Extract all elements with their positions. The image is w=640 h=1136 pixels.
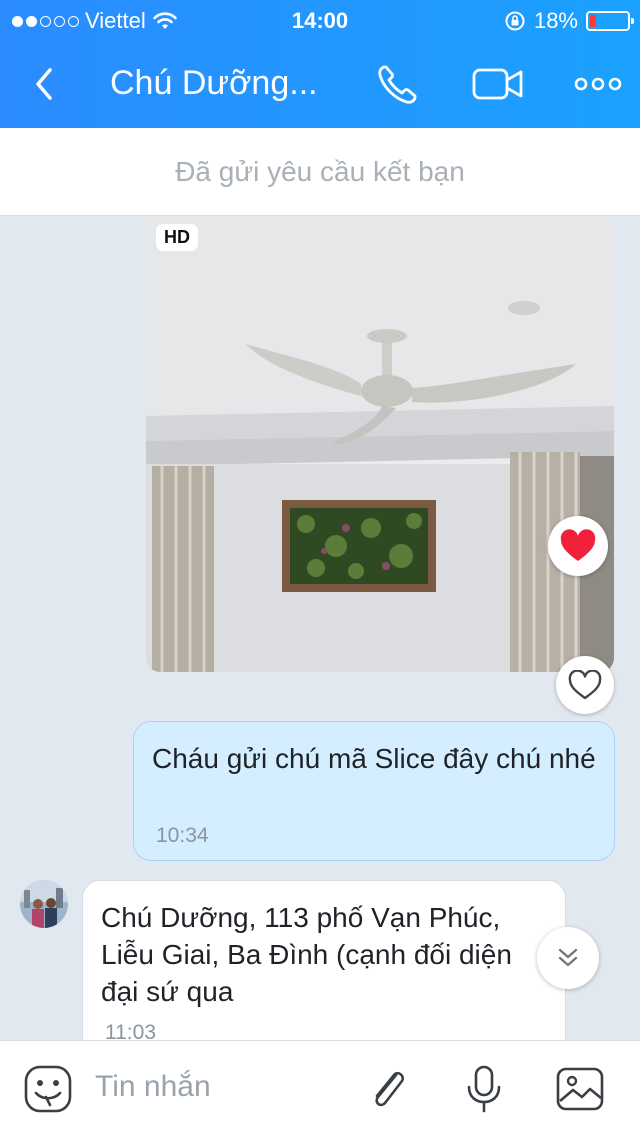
avatar[interactable]	[20, 880, 68, 928]
message-text: Cháu gửi chú mã Slice đây chú nhé	[152, 743, 596, 774]
back-chevron-icon[interactable]	[26, 60, 66, 108]
chat-title[interactable]: Chú Dưỡng...	[110, 64, 318, 103]
like-button[interactable]	[556, 656, 614, 714]
avatar-photo	[20, 880, 68, 928]
rotation-lock-icon	[505, 11, 525, 31]
battery-fill	[590, 15, 596, 27]
friend-request-banner: Đã gửi yêu cầu kết bạn	[0, 128, 640, 216]
message-text: Chú Dưỡng, 113 phố Vạn Phúc, Liễu Giai, …	[101, 902, 512, 1007]
message-input-bar	[0, 1040, 640, 1136]
red-heart-reaction[interactable]	[548, 516, 608, 576]
top-bar: Viettel 14:00 18% Chú Dưỡng...	[0, 0, 640, 128]
phone-icon[interactable]	[372, 58, 424, 110]
more-options-icon[interactable]	[572, 58, 624, 110]
chat-header: Chú Dưỡng...	[0, 40, 640, 128]
ceiling-fan-photo	[146, 216, 614, 672]
outgoing-message-bubble[interactable]: Cháu gửi chú mã Slice đây chú nhé 10:34	[133, 721, 615, 861]
battery-icon	[586, 11, 634, 31]
image-icon[interactable]	[554, 1063, 606, 1115]
status-bar: Viettel 14:00 18%	[0, 0, 640, 40]
hd-badge: HD	[156, 224, 198, 251]
status-right: 18%	[504, 8, 634, 34]
battery-percent: 18%	[533, 8, 578, 33]
heart-outline-icon	[568, 670, 602, 700]
microphone-icon[interactable]	[458, 1063, 510, 1115]
incoming-message-bubble[interactable]: Chú Dưỡng, 113 phố Vạn Phúc, Liễu Giai, …	[82, 880, 566, 1060]
scroll-to-bottom-button[interactable]	[537, 927, 599, 989]
double-chevron-down-icon	[558, 948, 578, 967]
photo-message[interactable]: HD	[146, 216, 614, 672]
red-heart-icon	[560, 529, 596, 561]
message-time: 10:34	[156, 824, 209, 847]
sticker-icon[interactable]	[22, 1063, 74, 1115]
video-call-icon[interactable]	[470, 58, 526, 110]
message-input[interactable]	[95, 1067, 345, 1107]
attachment-icon[interactable]	[362, 1063, 414, 1115]
